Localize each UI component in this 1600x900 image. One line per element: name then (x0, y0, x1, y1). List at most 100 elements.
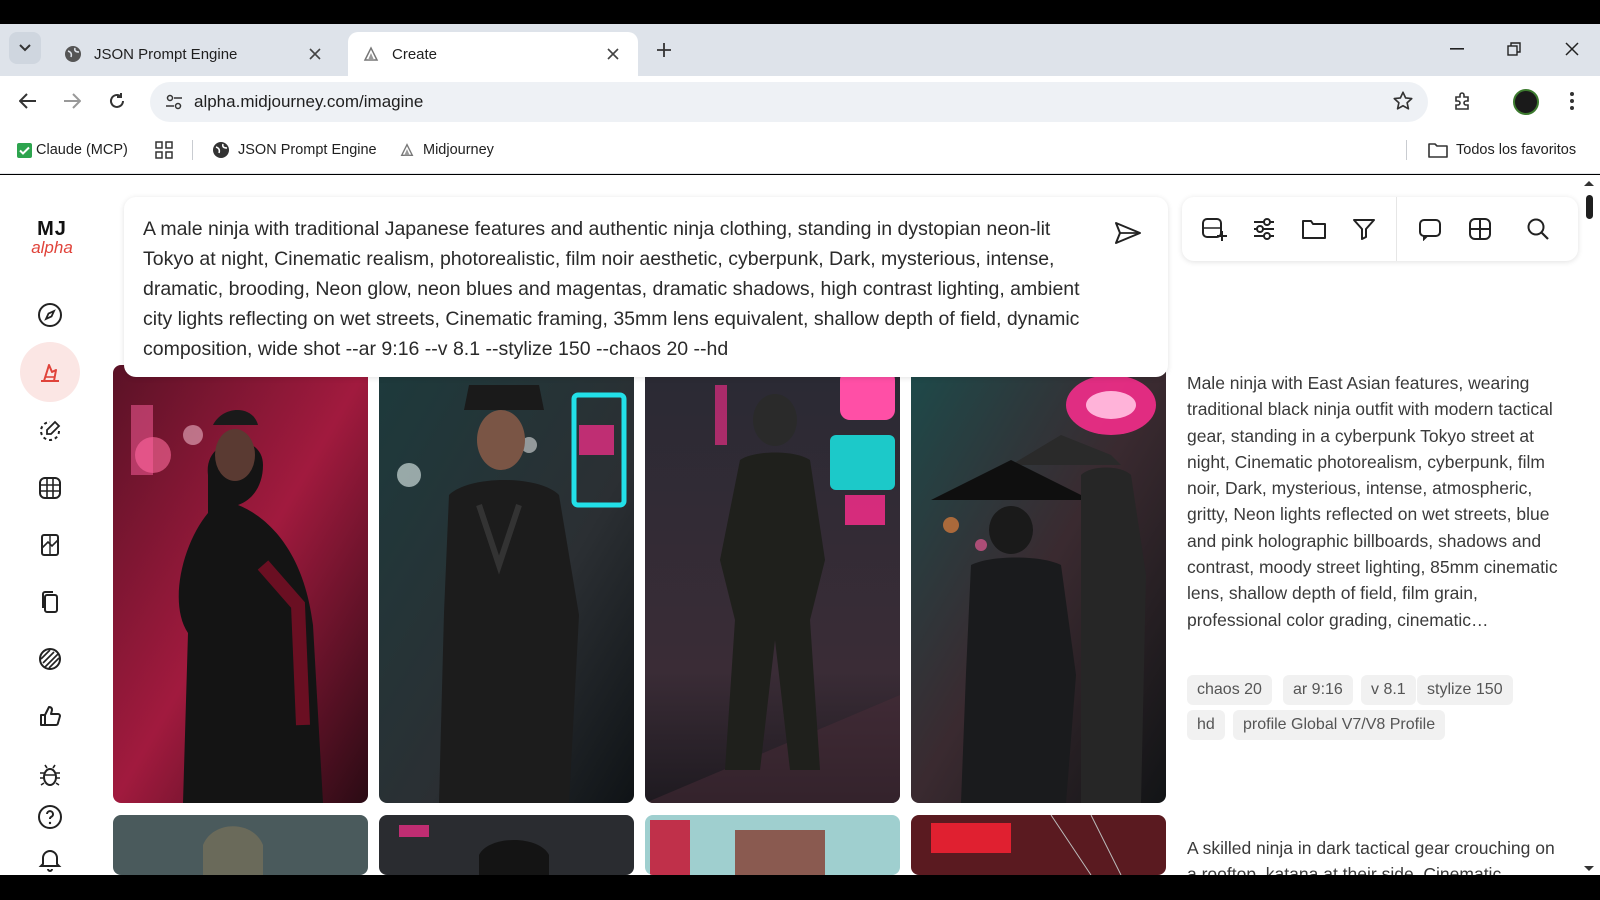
help-icon (38, 805, 62, 829)
reload-button[interactable] (101, 85, 133, 117)
bookmark-label: JSON Prompt Engine (238, 142, 377, 158)
sidebar-item-create[interactable] (20, 342, 80, 402)
menu-button[interactable] (1556, 85, 1588, 117)
bookmark-divider (192, 140, 193, 160)
all-bookmarks-button[interactable]: Todos los favoritos (1428, 138, 1576, 162)
browser-window: JSON Prompt Engine Create alpha.midjourn… (0, 0, 1600, 900)
tab-json-prompt-engine[interactable]: JSON Prompt Engine (50, 32, 340, 76)
sidebar: MJ alpha (0, 175, 100, 875)
edit-icon (40, 420, 61, 441)
result-image-1[interactable] (113, 365, 368, 803)
midjourney-icon (362, 45, 380, 63)
folder-icon (1302, 220, 1326, 239)
scroll-up-icon[interactable] (1582, 175, 1596, 191)
chip-chaos[interactable]: chaos 20 (1187, 675, 1272, 705)
apps-button[interactable] (155, 138, 173, 162)
close-icon (1565, 42, 1579, 56)
filter-icon (1353, 219, 1375, 240)
chip-stylize[interactable]: stylize 150 (1417, 675, 1513, 705)
folders-button[interactable] (1298, 213, 1330, 245)
new-tab-button[interactable] (650, 36, 678, 64)
search-button[interactable] (1522, 213, 1554, 245)
restore-icon (1507, 42, 1521, 56)
sidebar-item-help[interactable] (30, 797, 70, 837)
sidebar-item-edit[interactable] (30, 411, 70, 451)
puzzle-icon (1455, 92, 1469, 110)
tab-create[interactable]: Create (348, 32, 638, 76)
sidebar-item-personalize[interactable] (30, 525, 70, 565)
minimize-button[interactable] (1437, 34, 1477, 64)
prompt-input[interactable]: A male ninja with traditional Japanese f… (124, 197, 1168, 377)
close-tab-icon[interactable] (602, 43, 624, 65)
sidebar-item-moodboards[interactable] (30, 582, 70, 622)
result-image-7[interactable] (645, 815, 900, 875)
result-image-8[interactable] (911, 815, 1166, 875)
sidebar-item-draft[interactable] (30, 639, 70, 679)
chip-profile[interactable]: profile Global V7/V8 Profile (1233, 710, 1446, 740)
bookmark-star-icon[interactable] (1392, 90, 1414, 117)
close-window-button[interactable] (1552, 34, 1592, 64)
globe-icon (213, 142, 229, 158)
scroll-down-icon[interactable] (1582, 863, 1596, 875)
add-image-icon (1202, 218, 1227, 241)
reload-icon (110, 93, 124, 108)
result-image-3[interactable] (645, 365, 900, 803)
result-image-5[interactable] (113, 815, 368, 875)
chip-hd[interactable]: hd (1187, 710, 1225, 740)
restore-button[interactable] (1494, 34, 1534, 64)
site-settings-icon[interactable] (154, 94, 194, 110)
plus-icon (657, 43, 671, 57)
extensions-button[interactable] (1447, 85, 1479, 117)
copy-icon (42, 591, 58, 613)
sidebar-item-explore[interactable] (30, 295, 70, 335)
result-image-2[interactable] (379, 365, 634, 803)
address-bar[interactable]: alpha.midjourney.com/imagine (150, 82, 1428, 122)
chevron-down-icon (19, 44, 31, 52)
grid-view-button[interactable] (1464, 213, 1496, 245)
more-vertical-icon (1570, 92, 1574, 110)
tab-title: JSON Prompt Engine (94, 45, 238, 63)
logo-mj: MJ (37, 218, 67, 240)
result-image-4[interactable] (911, 365, 1166, 803)
tab-title: Create (392, 45, 438, 63)
sidebar-item-notifications[interactable] (30, 839, 70, 875)
result-image-6[interactable] (379, 815, 634, 875)
url-text: alpha.midjourney.com/imagine (194, 92, 424, 111)
sidebar-item-bugs[interactable] (30, 755, 70, 795)
chip-version[interactable]: v 8.1 (1361, 675, 1416, 705)
apps-grid-icon (155, 141, 173, 159)
midjourney-logo[interactable]: MJ alpha (24, 219, 80, 257)
arrow-left-icon (19, 93, 36, 109)
submit-button[interactable] (1110, 215, 1146, 251)
chat-icon (1419, 219, 1441, 241)
new-folder-button[interactable] (1198, 213, 1230, 245)
bookmark-divider (1406, 140, 1407, 160)
midjourney-icon (400, 143, 414, 156)
browser-toolbar: alpha.midjourney.com/imagine (0, 76, 1600, 126)
next-image-description: A skilled ninja in dark tactical gear cr… (1187, 838, 1555, 875)
tab-search-button[interactable] (9, 32, 41, 64)
compass-icon (38, 303, 62, 327)
forward-button[interactable] (56, 85, 88, 117)
settings-button[interactable] (1248, 213, 1280, 245)
chip-ar[interactable]: ar 9:16 (1283, 675, 1353, 705)
sidebar-item-organize[interactable] (30, 468, 70, 508)
prompt-text: A male ninja with traditional Japanese f… (143, 218, 1080, 360)
bookmark-midjourney[interactable]: Midjourney (399, 138, 494, 162)
globe-icon (64, 45, 82, 63)
image-description: Male ninja with East Asian features, wea… (1187, 373, 1558, 630)
bookmark-claude[interactable]: Claude (MCP) (17, 138, 128, 162)
thumbs-up-icon (40, 706, 61, 726)
tab-bar: JSON Prompt Engine Create (0, 24, 1600, 76)
bookmark-json-prompt-engine[interactable]: JSON Prompt Engine (212, 138, 377, 162)
close-tab-icon[interactable] (304, 43, 326, 65)
checkbox-icon (17, 142, 32, 158)
filter-button[interactable] (1348, 213, 1380, 245)
profile-avatar[interactable] (1513, 89, 1539, 115)
list-view-button[interactable] (1414, 213, 1446, 245)
grid-icon (1469, 218, 1491, 240)
bookmarks-bar: Claude (MCP) JSON Prompt Engine Midjourn… (0, 126, 1600, 174)
scrollbar-thumb[interactable] (1586, 195, 1593, 219)
back-button[interactable] (12, 85, 44, 117)
sidebar-item-rate[interactable] (30, 696, 70, 736)
